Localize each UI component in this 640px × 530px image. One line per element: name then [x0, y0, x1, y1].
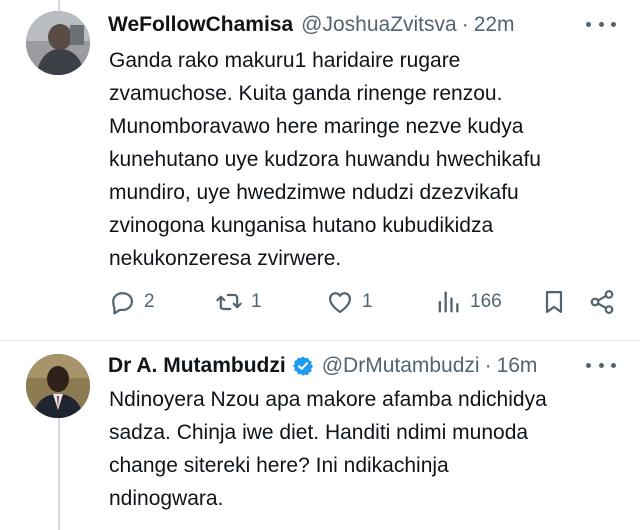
separator: · — [484, 354, 492, 377]
tweet-text-line: zvamuchose. Kuita ganda rinenge renzou. — [109, 82, 503, 105]
views-count: 166 — [470, 291, 502, 312]
tweet-text-line: ndinogwara. — [109, 487, 224, 510]
display-name[interactable]: WeFollowChamisa — [108, 13, 293, 37]
tweet-text: Ndinoyera Nzou apa makore afamba ndichid… — [109, 383, 609, 515]
tweet-text-line: mundiro, uye hwedzimwe ndudzi dzezvikafu — [109, 181, 519, 204]
share-icon — [590, 290, 614, 314]
reply-icon — [112, 292, 134, 315]
tweet-text-line: Munomboravawo here maringe nezve kudya — [109, 115, 524, 138]
timestamp[interactable]: 22m — [474, 13, 515, 37]
tweet-text-line: Ndinoyera Nzou apa makore afamba ndichid… — [109, 388, 547, 411]
user-handle[interactable]: @JoshuaZvitsva — [301, 13, 457, 37]
bookmark-icon — [545, 290, 563, 314]
like-icon — [328, 292, 352, 314]
thread-line-bottom — [58, 418, 60, 530]
separator: · — [461, 13, 469, 36]
reply-count: 2 — [144, 291, 155, 312]
tweet-text-line: change sitereki here? Ini ndikachinja — [109, 454, 449, 477]
views-icon — [438, 291, 459, 313]
tweet-text-line: sadza. Chinja iwe diet. Handiti ndimi mu… — [109, 421, 529, 444]
timestamp[interactable]: 16m — [497, 354, 538, 378]
tweet[interactable]: WeFollowChamisa @JoshuaZvitsva · 22m Gan… — [0, 0, 640, 340]
like-button[interactable]: 1 — [326, 286, 373, 318]
tweet-text: Ganda rako makuru1 haridaire rugare zvam… — [109, 44, 609, 275]
avatar-image — [26, 354, 90, 418]
repost-button[interactable]: 1 — [215, 286, 262, 318]
tweet-text-line: zvinogona kunganisa hutano kubudikidza — [109, 214, 494, 237]
repost-icon — [216, 293, 242, 311]
avatar-image — [26, 11, 90, 75]
avatar[interactable] — [26, 354, 90, 418]
bookmark-button[interactable] — [540, 286, 568, 318]
avatar[interactable] — [26, 11, 90, 75]
share-button[interactable] — [588, 286, 616, 318]
reply-button[interactable]: 2 — [108, 286, 155, 318]
more-icon[interactable] — [586, 355, 616, 375]
repost-count: 1 — [251, 291, 262, 312]
more-icon[interactable] — [586, 14, 616, 34]
display-name[interactable]: Dr A. Mutambudzi — [108, 354, 286, 378]
verified-badge-icon — [292, 356, 313, 376]
tweet-feed: WeFollowChamisa @JoshuaZvitsva · 22m Gan… — [0, 0, 640, 530]
tweet[interactable]: Dr A. Mutambudzi @DrMutambudzi · 16m Ndi… — [0, 341, 640, 530]
tweet-text-line: kunehutano uye kudzora huwandu hwechikaf… — [109, 148, 541, 171]
user-handle[interactable]: @DrMutambudzi — [322, 354, 480, 378]
tweet-header: WeFollowChamisa @JoshuaZvitsva · 22m — [108, 12, 598, 38]
tweet-header: Dr A. Mutambudzi @DrMutambudzi · 16m — [108, 353, 598, 379]
tweet-text-line: Ganda rako makuru1 haridaire rugare — [109, 49, 461, 72]
like-count: 1 — [362, 291, 373, 312]
views-button[interactable]: 166 — [434, 286, 502, 318]
tweet-actions: 2 1 1 166 — [0, 286, 640, 318]
tweet-text-line: nekukonzeresa zvirwere. — [109, 247, 342, 270]
